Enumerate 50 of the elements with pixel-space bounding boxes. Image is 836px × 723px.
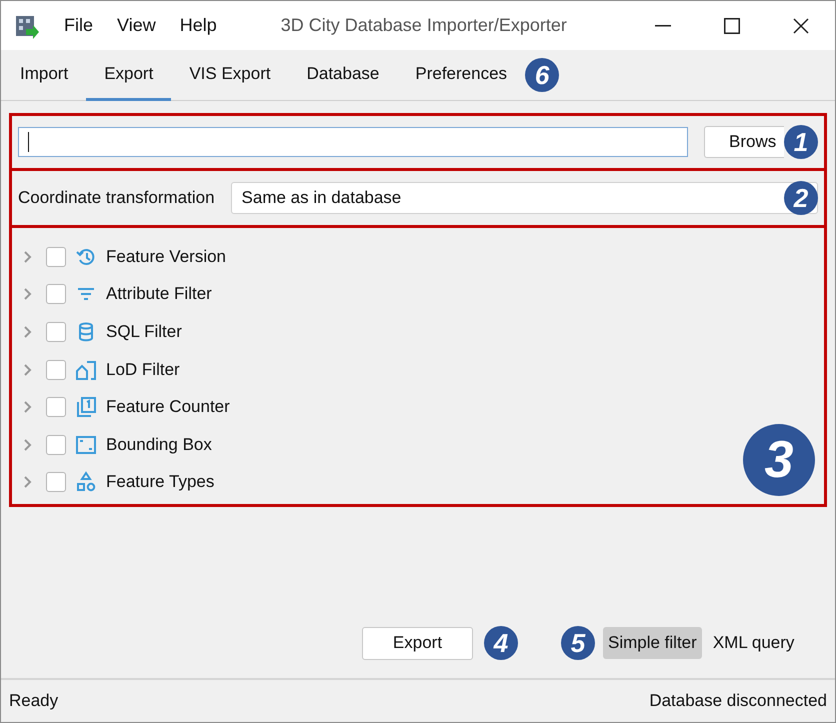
chevron-icon[interactable] bbox=[23, 288, 33, 300]
checkbox[interactable] bbox=[46, 246, 66, 267]
filter-label: Feature Counter bbox=[106, 397, 230, 418]
minimize-icon[interactable] bbox=[655, 24, 671, 26]
status-text: Database disconnected bbox=[649, 691, 827, 711]
input-field[interactable] bbox=[18, 127, 688, 157]
checkbox[interactable] bbox=[46, 434, 66, 455]
checkbox[interactable] bbox=[46, 472, 66, 492]
shapes-icon bbox=[75, 471, 97, 494]
close-icon[interactable] bbox=[793, 18, 809, 34]
number-badge: 1 bbox=[784, 125, 818, 159]
browse-button[interactable]: Brows bbox=[704, 126, 784, 158]
counter-icon bbox=[75, 396, 97, 418]
maximize-icon[interactable] bbox=[724, 18, 740, 34]
chevron-icon[interactable] bbox=[23, 476, 33, 488]
number-badge: 4 bbox=[484, 626, 518, 660]
filter-label: Bounding Box bbox=[106, 434, 212, 455]
export-button[interactable]: Export bbox=[362, 626, 473, 660]
filter-label: LoD Filter bbox=[106, 360, 180, 380]
menu-item[interactable]: File bbox=[64, 15, 94, 36]
chevron-icon[interactable] bbox=[23, 326, 33, 338]
tab[interactable]: Database bbox=[288, 50, 398, 101]
toggle-option[interactable]: XML query bbox=[708, 627, 800, 659]
menu-item[interactable]: Help bbox=[180, 15, 217, 36]
filter-label: Feature Version bbox=[106, 246, 226, 267]
chevron-icon[interactable] bbox=[23, 438, 33, 451]
toggle-option[interactable]: Simple filter bbox=[603, 627, 702, 659]
house-outline-icon bbox=[75, 358, 97, 381]
filter-label: SQL Filter bbox=[106, 322, 182, 342]
checkbox[interactable] bbox=[46, 284, 66, 304]
checkbox[interactable] bbox=[46, 360, 66, 380]
number-badge: 3 bbox=[743, 424, 815, 496]
tab[interactable]: VIS Export bbox=[171, 50, 289, 101]
status-text: Ready bbox=[9, 691, 58, 711]
tab[interactable]: Import bbox=[1, 50, 86, 101]
window-title: 3D City Database Importer/Exporter bbox=[280, 15, 568, 36]
bounding-box-icon bbox=[75, 434, 97, 456]
number-badge: 5 bbox=[561, 626, 595, 660]
chevron-icon[interactable] bbox=[23, 401, 33, 414]
tab[interactable]: Preferences bbox=[397, 50, 526, 101]
chevron-icon[interactable] bbox=[23, 364, 33, 376]
checkbox[interactable] bbox=[46, 322, 66, 342]
filter-label: Attribute Filter bbox=[106, 284, 212, 304]
field-label: Coordinate transformation bbox=[18, 188, 215, 208]
checkbox[interactable] bbox=[46, 397, 66, 418]
filter-label: Feature Types bbox=[106, 472, 214, 492]
menu-item[interactable]: View bbox=[117, 15, 156, 36]
chevron-icon[interactable] bbox=[23, 250, 33, 263]
tab[interactable]: Export bbox=[86, 50, 172, 101]
number-badge: 6 bbox=[525, 58, 560, 92]
